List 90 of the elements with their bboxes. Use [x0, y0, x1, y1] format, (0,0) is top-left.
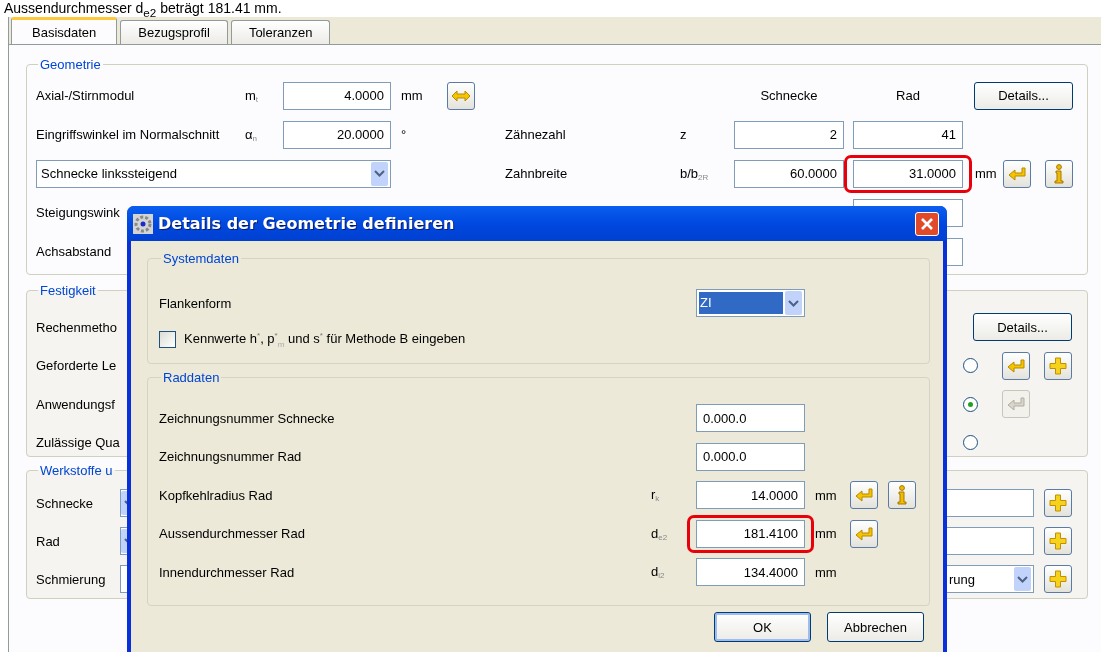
info-icon	[896, 485, 908, 506]
number-field[interactable]: 20.0000	[283, 120, 391, 149]
field-label: Zeichnungsnummer Schnecke	[159, 410, 336, 426]
field-label: Axial-/Stirnmodul	[36, 88, 136, 103]
field-label: Schnecke	[36, 495, 95, 511]
plus-icon	[1049, 532, 1067, 550]
return-arrow-icon	[1008, 166, 1026, 181]
info-button[interactable]	[888, 481, 916, 510]
symbol-label: r$_{k}$	[651, 487, 660, 503]
info-icon	[1053, 163, 1065, 184]
field-label: Steigungswink	[36, 205, 121, 220]
symbol-label: m$_{t}$	[245, 87, 260, 104]
radio-button[interactable]	[963, 358, 978, 374]
details-button[interactable]: Details...	[974, 81, 1073, 110]
add-button[interactable]	[1044, 527, 1072, 555]
symbol-label: z	[680, 127, 688, 142]
unit-label: mm	[814, 564, 837, 580]
radio-button[interactable]	[963, 435, 978, 451]
field-label: Aussendurchmesser Rad	[159, 526, 306, 542]
cancel-button[interactable]: Abbrechen	[827, 612, 924, 642]
close-icon	[920, 216, 934, 231]
field-label: Flankenform	[159, 295, 233, 311]
number-field[interactable]: 31.0000	[853, 159, 963, 188]
dialog-title: Details der Geometrie definieren	[158, 214, 456, 233]
add-button[interactable]	[1044, 565, 1072, 593]
group-title: Werkstoffe u	[39, 463, 114, 478]
field-label: Eingriffswinkel im Normalschnitt	[36, 127, 221, 142]
field-label: Zeichnungsnummer Rad	[159, 449, 303, 465]
plus-icon	[1049, 570, 1067, 588]
field-label: Rad	[36, 533, 61, 549]
tab[interactable]: Bezugsprofil	[120, 20, 228, 44]
unit-label: mm	[974, 166, 998, 181]
field-label: Kopfkehlradius Rad	[159, 487, 274, 503]
tab[interactable]: Toleranzen	[230, 20, 331, 44]
close-button[interactable]	[915, 211, 939, 236]
column-header: Rad	[895, 88, 921, 103]
return-arrow-icon	[855, 488, 873, 503]
field-label: Schmierung	[36, 571, 107, 587]
group-title: Raddaten	[162, 370, 221, 385]
double-arrow-icon	[451, 89, 471, 102]
number-field[interactable]: 2	[734, 120, 844, 149]
swap-button[interactable]	[447, 81, 475, 110]
number-field[interactable]: 134.4000	[696, 558, 805, 587]
field-label: Zulässige Qua	[36, 435, 120, 451]
unit-label: °	[400, 127, 408, 142]
number-field[interactable]: 0.000.0	[696, 404, 805, 433]
number-field[interactable]: 14.0000	[696, 481, 805, 510]
add-button[interactable]	[1044, 489, 1072, 517]
number-field[interactable]: 41	[853, 120, 963, 149]
field-label: Anwendungsf	[36, 396, 115, 412]
gear-icon	[132, 212, 154, 235]
tab[interactable]: Basisdaten	[11, 17, 118, 44]
symbol-label: d$_{i2}$	[651, 564, 665, 580]
field-label: Zähnezahl	[505, 127, 567, 142]
group-title: Systemdaten	[162, 251, 240, 266]
unit-label: mm	[814, 526, 837, 542]
checkbox[interactable]	[159, 331, 176, 348]
return-arrow-icon	[855, 526, 873, 541]
number-field[interactable]: 60.0000	[734, 159, 844, 188]
return-arrow-icon	[1007, 397, 1025, 412]
plus-icon	[1049, 494, 1067, 512]
details-button[interactable]: Details...	[973, 313, 1072, 342]
radio-button[interactable]	[963, 396, 978, 412]
field-label: Achsabstand	[36, 244, 113, 259]
plus-icon	[1049, 356, 1067, 375]
number-field[interactable]: 4.0000	[283, 81, 391, 110]
field-label: Innendurchmesser Rad	[159, 564, 296, 580]
group-title: Geometrie	[39, 57, 102, 72]
field-label: Geforderte Le	[36, 358, 117, 374]
info-button[interactable]	[1045, 159, 1073, 188]
number-field[interactable]: 181.4100	[696, 519, 805, 548]
field-label: Rechenmetho	[36, 319, 117, 335]
field-label: Zahnbreite	[505, 166, 569, 181]
enter-button[interactable]	[850, 519, 878, 548]
return-arrow-icon	[1007, 358, 1025, 373]
column-header: Schnecke	[759, 88, 819, 103]
enter-button[interactable]	[850, 481, 878, 510]
dropdown[interactable]: Schnecke linkssteigend	[36, 159, 391, 188]
unit-label: mm	[400, 88, 424, 103]
number-field[interactable]: 0.000.0	[696, 442, 805, 471]
dropdown[interactable]: ZI	[696, 289, 805, 318]
ok-button[interactable]: OK	[714, 612, 811, 642]
symbol-label: α$_{n}$	[245, 126, 258, 143]
enter-button[interactable]	[1002, 351, 1030, 380]
group-title: Festigkeit	[39, 283, 97, 298]
symbol-label: d$_{e2}$	[651, 525, 668, 541]
unit-label: mm	[814, 487, 837, 503]
symbol-label: b/b$_{2R}$	[680, 165, 710, 182]
add-button[interactable]	[1044, 351, 1072, 380]
enter-button[interactable]	[1003, 159, 1031, 188]
